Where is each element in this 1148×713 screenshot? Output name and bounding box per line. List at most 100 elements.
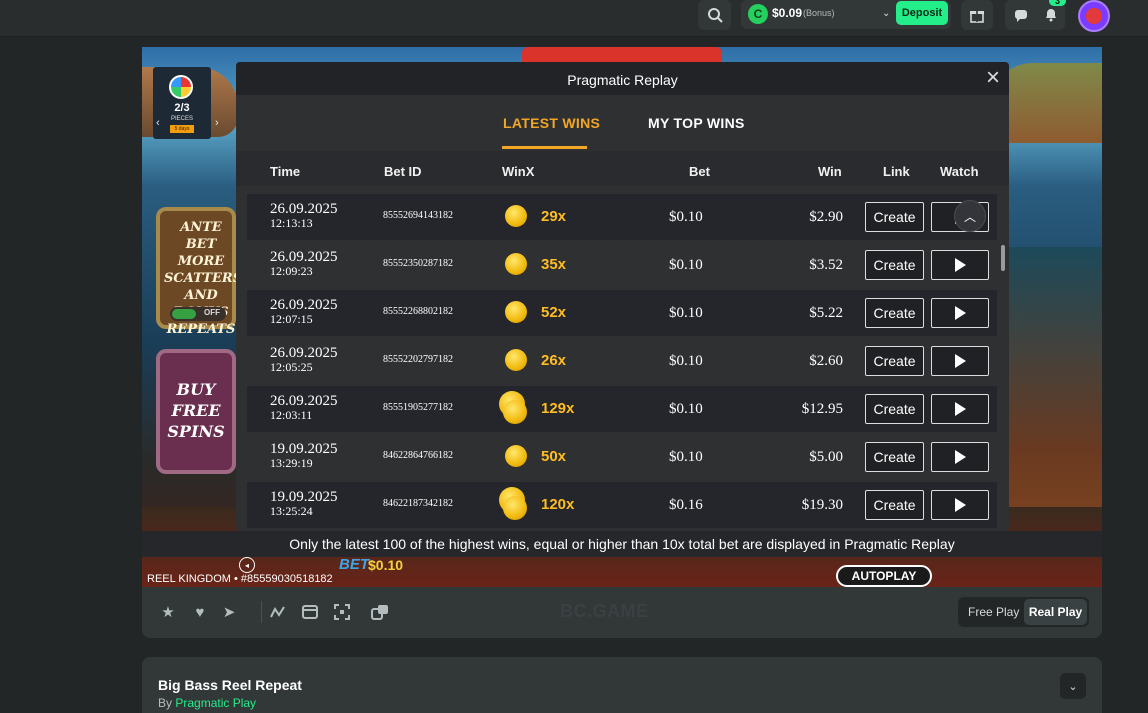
scroll-to-top-button[interactable]: ︿ bbox=[954, 200, 986, 232]
play-icon bbox=[954, 306, 966, 320]
row-date: 26.09.2025 bbox=[270, 249, 338, 265]
wallet-selector[interactable]: C $0.09 (Bonus) ⌄ Deposit bbox=[741, 0, 951, 29]
create-link-button[interactable]: Create bbox=[865, 490, 924, 520]
coin-icon bbox=[505, 301, 527, 323]
watch-button[interactable] bbox=[931, 394, 989, 424]
row-winx: 120x bbox=[541, 496, 575, 513]
autoplay-button[interactable]: AUTOPLAY bbox=[836, 565, 932, 587]
row-date: 26.09.2025 bbox=[270, 297, 338, 313]
coin-icon bbox=[505, 253, 527, 275]
coin-icon bbox=[505, 205, 527, 227]
row-bet-id: 85552350287182 bbox=[383, 258, 453, 269]
wins-table-body: 26.09.2025 12:13:13 85552694143182 29x $… bbox=[247, 194, 997, 531]
user-avatar[interactable] bbox=[1078, 0, 1110, 32]
column-header-bet-id: Bet ID bbox=[384, 164, 422, 179]
row-winx: 35x bbox=[541, 256, 567, 273]
table-row: 26.09.2025 12:05:25 85552202797182 26x $… bbox=[247, 338, 997, 384]
row-bet-id: 85552694143182 bbox=[383, 210, 453, 221]
row-bet: $0.10 bbox=[669, 401, 703, 417]
arrow-right-icon bbox=[172, 309, 196, 319]
create-link-button[interactable]: Create bbox=[865, 298, 924, 328]
coin-icon bbox=[505, 349, 527, 371]
row-time: 12:09:23 bbox=[270, 264, 313, 278]
modal-header: Pragmatic Replay × bbox=[236, 62, 1009, 95]
table-header: Time Bet ID WinX Bet Win Link Watch bbox=[236, 151, 1009, 186]
watch-button[interactable] bbox=[931, 298, 989, 328]
active-tab-indicator bbox=[502, 146, 587, 149]
chat-icon[interactable] bbox=[1013, 7, 1029, 23]
share-telegram-icon[interactable]: ➤ bbox=[220, 603, 238, 621]
play-icon bbox=[954, 258, 966, 272]
ante-bet-toggle[interactable]: OFF bbox=[170, 307, 226, 321]
deposit-button[interactable]: Deposit bbox=[896, 1, 948, 25]
row-bet-id: 85552202797182 bbox=[383, 354, 453, 365]
search-button[interactable] bbox=[698, 0, 731, 30]
by-label: By bbox=[158, 696, 173, 710]
row-date: 26.09.2025 bbox=[270, 345, 338, 361]
provider-link[interactable]: Pragmatic Play bbox=[175, 696, 256, 710]
real-play-button[interactable]: Real Play bbox=[1024, 599, 1087, 625]
buy-free-spins-button[interactable]: BUY FREE SPINS bbox=[156, 349, 236, 474]
modal-title: Pragmatic Replay bbox=[567, 72, 678, 88]
tab-my-top-wins[interactable]: MY TOP WINS bbox=[648, 115, 745, 131]
create-link-button[interactable]: Create bbox=[865, 202, 924, 232]
row-win: $2.60 bbox=[809, 353, 843, 369]
bell-icon[interactable] bbox=[1043, 6, 1059, 22]
row-time: 12:07:15 bbox=[270, 312, 313, 326]
table-scrollbar[interactable] bbox=[1001, 245, 1005, 271]
row-date: 26.09.2025 bbox=[270, 201, 338, 217]
favorite-star-icon[interactable]: ★ bbox=[159, 603, 177, 621]
column-header-bet: Bet bbox=[689, 164, 710, 179]
row-date: 19.09.2025 bbox=[270, 489, 338, 505]
divider bbox=[261, 601, 262, 623]
tab-latest-wins[interactable]: LATEST WINS bbox=[503, 115, 600, 131]
balance-bonus-note: (Bonus) bbox=[803, 8, 835, 18]
provider-credit: REEL KINGDOM • #85559030518182 bbox=[147, 573, 333, 585]
game-provider-line: By Pragmatic Play bbox=[158, 696, 256, 710]
column-header-link: Link bbox=[883, 164, 910, 179]
theater-mode-icon[interactable] bbox=[301, 603, 319, 621]
row-bet-id: 85551905277182 bbox=[383, 402, 453, 413]
coin-icon bbox=[503, 496, 527, 520]
create-link-button[interactable]: Create bbox=[865, 394, 924, 424]
create-link-button[interactable]: Create bbox=[865, 442, 924, 472]
row-bet: $0.10 bbox=[669, 257, 703, 273]
chevron-right-icon[interactable]: › bbox=[215, 117, 219, 129]
chevron-down-icon: ⌄ bbox=[882, 8, 891, 19]
buy-free-spins-label: BUY FREE SPINS bbox=[167, 380, 225, 441]
row-win: $12.95 bbox=[801, 401, 843, 417]
sound-icon[interactable]: ◂ bbox=[239, 557, 255, 573]
pieces-count: 2/3 bbox=[174, 102, 190, 114]
free-play-button[interactable]: Free Play bbox=[968, 605, 1019, 619]
create-link-button[interactable]: Create bbox=[865, 346, 924, 376]
table-row: 26.09.2025 12:09:23 85552350287182 35x $… bbox=[247, 242, 997, 288]
pragmatic-replay-modal: Pragmatic Replay × LATEST WINS MY TOP WI… bbox=[236, 62, 1009, 531]
row-win: $3.52 bbox=[809, 257, 843, 273]
watch-button[interactable] bbox=[931, 490, 989, 520]
watch-button[interactable] bbox=[931, 250, 989, 280]
fullscreen-icon[interactable] bbox=[333, 603, 351, 621]
row-time: 12:03:11 bbox=[270, 408, 313, 422]
row-winx: 50x bbox=[541, 448, 567, 465]
chevron-down-icon[interactable]: ⌄ bbox=[1060, 673, 1086, 699]
coin-icon bbox=[505, 445, 527, 467]
popout-window-icon[interactable] bbox=[371, 603, 389, 621]
create-link-button[interactable]: Create bbox=[865, 250, 924, 280]
like-heart-icon[interactable]: ♥ bbox=[191, 603, 209, 621]
play-icon bbox=[954, 498, 966, 512]
brand-watermark: BC.GAME bbox=[560, 601, 649, 621]
ante-toggle-state: OFF bbox=[204, 308, 220, 317]
table-row: 19.09.2025 13:25:24 84622187342182 120x … bbox=[247, 482, 997, 528]
play-icon bbox=[954, 450, 966, 464]
gift-icon bbox=[970, 11, 984, 23]
row-time: 12:05:25 bbox=[270, 360, 313, 374]
gift-button[interactable] bbox=[961, 0, 993, 30]
pieces-collector[interactable]: ‹ › 2/3 PIECES 5 days bbox=[153, 67, 219, 139]
close-icon[interactable]: × bbox=[980, 65, 1006, 91]
ante-bet-panel[interactable]: ANTE BET MORE SCATTERS AND BONUS REPEATS… bbox=[156, 207, 242, 337]
expand-icon bbox=[334, 604, 350, 620]
stats-icon[interactable] bbox=[269, 603, 287, 621]
play-mode-toggle: Free Play Real Play bbox=[958, 597, 1089, 627]
watch-button[interactable] bbox=[931, 346, 989, 376]
watch-button[interactable] bbox=[931, 442, 989, 472]
